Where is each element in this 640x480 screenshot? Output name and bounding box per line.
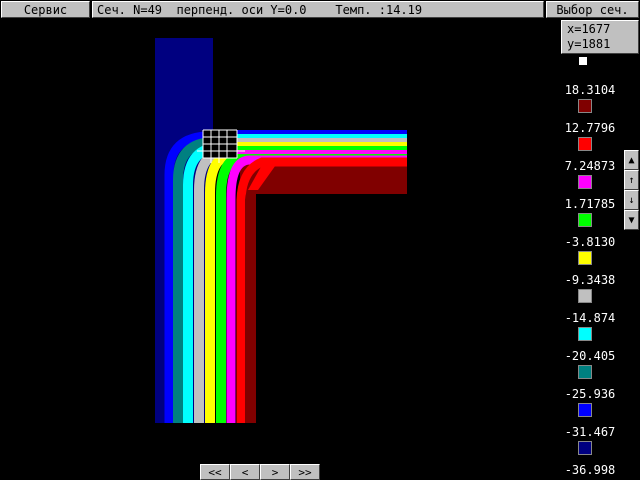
scroll-page-up-button[interactable]: ▲	[624, 150, 639, 170]
coord-y: y=1881	[567, 37, 611, 51]
legend-value: -20.405	[564, 349, 616, 363]
prev-section-button[interactable]: <	[230, 464, 260, 480]
service-menu-button[interactable]: Сервис	[1, 1, 90, 18]
legend-value: -14.874	[564, 311, 616, 325]
legend-swatch	[578, 289, 592, 303]
legend-swatch	[578, 99, 592, 113]
top-band-gray	[235, 138, 407, 142]
legend-value: 1.71785	[564, 197, 616, 211]
legend-swatch	[578, 175, 592, 189]
scroll-page-down-button[interactable]: ▼	[624, 210, 639, 230]
last-section-button[interactable]: >>	[290, 464, 320, 480]
band-magenta	[226, 155, 407, 423]
first-section-button[interactable]: <<	[200, 464, 230, 480]
legend-swatch	[578, 137, 592, 151]
next-section-button[interactable]: >	[260, 464, 290, 480]
legend-swatch	[578, 441, 592, 455]
legend-value: -9.3438	[564, 273, 616, 287]
dark-red-strip	[246, 190, 256, 423]
cursor-coordinates: x=1677 y=1881	[561, 20, 639, 54]
legend-value: -31.467	[564, 425, 616, 439]
legend-scroll-controls: ▲ ↑ ↓ ▼	[624, 150, 639, 230]
legend-value: -36.998	[564, 463, 616, 477]
legend-swatch	[578, 213, 592, 227]
legend-swatch	[578, 365, 592, 379]
select-section-button[interactable]: Выбор сеч.	[546, 1, 639, 18]
top-band-yellow	[235, 142, 407, 146]
top-band-blue	[235, 130, 407, 134]
legend-swatch	[578, 327, 592, 341]
legend-swatch	[578, 251, 592, 265]
scroll-up-button[interactable]: ↑	[624, 170, 639, 190]
legend-value: -25.936	[564, 387, 616, 401]
top-band-cyan	[235, 134, 407, 138]
temperature-field-plot[interactable]	[0, 20, 556, 464]
legend-value: 18.3104	[564, 83, 616, 97]
section-navigation: << < > >>	[200, 464, 320, 480]
legend-marker-icon	[579, 57, 587, 65]
section-status-bar: Сеч. N=49 перпенд. оси Y=0.0 Темп. :14.1…	[92, 1, 544, 18]
legend-value: 7.24873	[564, 159, 616, 173]
legend-swatch	[578, 403, 592, 417]
legend-value: 12.7796	[564, 121, 616, 135]
scroll-down-button[interactable]: ↓	[624, 190, 639, 210]
top-band-magenta	[235, 150, 407, 154]
top-band-green	[235, 146, 407, 150]
legend-value: -3.8130	[564, 235, 616, 249]
band-red	[236, 157, 407, 423]
coord-x: x=1677	[567, 22, 611, 36]
